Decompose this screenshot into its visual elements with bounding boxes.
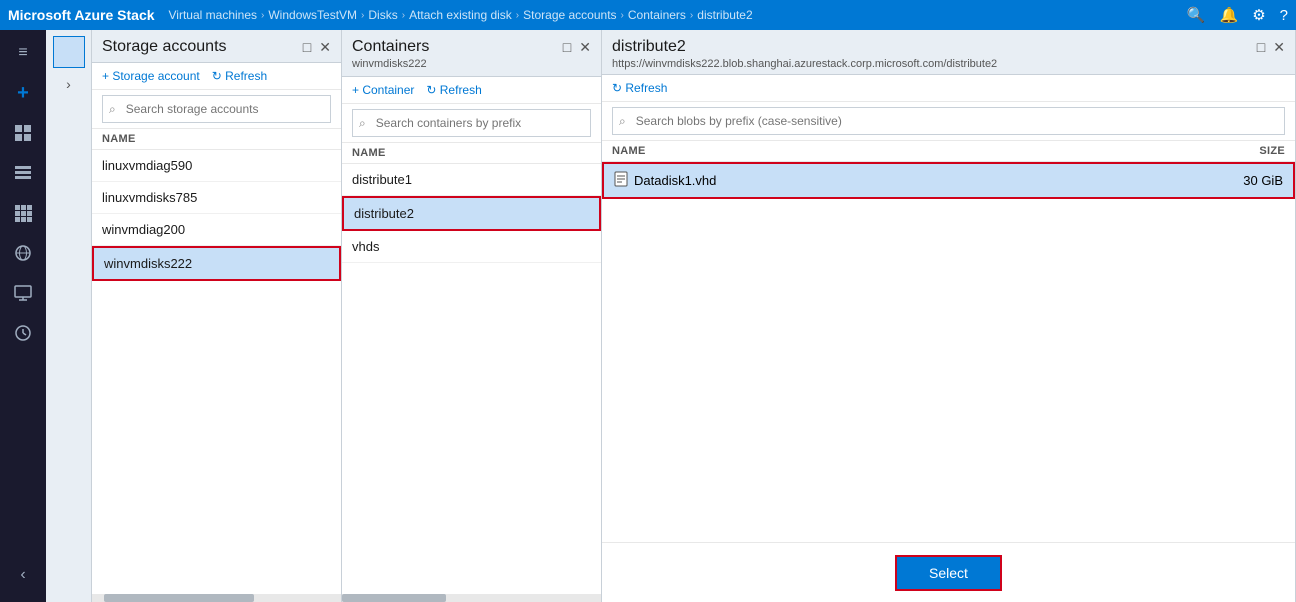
select-button[interactable]: Select: [895, 555, 1002, 591]
collapsed-panel-btn[interactable]: [53, 36, 85, 68]
containers-search-input[interactable]: [370, 113, 584, 133]
containers-subtitle: winvmdisks222: [352, 58, 591, 70]
blob-row-datadisk1[interactable]: Datadisk1.vhd 30 GiB: [602, 162, 1295, 199]
add-storage-account-button[interactable]: + Storage account: [102, 69, 200, 83]
breadcrumb-distribute2[interactable]: distribute2: [697, 8, 752, 22]
containers-scrollbar[interactable]: [342, 594, 601, 602]
storage-accounts-title: Storage accounts: [102, 38, 227, 56]
containers-title: Containers: [352, 38, 429, 56]
list-item-vhds[interactable]: vhds: [342, 231, 601, 263]
minimize-icon[interactable]: □: [1257, 39, 1265, 56]
storage-accounts-search-area: ⌕: [92, 90, 341, 129]
breadcrumb-storage[interactable]: Storage accounts: [523, 8, 616, 22]
close-icon[interactable]: ✕: [579, 39, 591, 56]
containers-toolbar: + Container ↻ Refresh: [342, 77, 601, 104]
sidebar-item-add[interactable]: +: [4, 74, 42, 112]
blob-size-header: SIZE: [1205, 145, 1285, 157]
containers-blade: Containers □ ✕ winvmdisks222 + Container…: [342, 30, 602, 602]
storage-accounts-list-header: NAME: [92, 129, 341, 150]
sidebar: ≡ + ‹: [0, 30, 46, 602]
breadcrumb-containers[interactable]: Containers: [628, 8, 686, 22]
blob-table-header: NAME SIZE: [602, 141, 1295, 162]
blob-name-header: NAME: [612, 145, 1205, 157]
list-item[interactable]: linuxvmdiag590: [92, 150, 341, 182]
list-item-distribute1[interactable]: distribute1: [342, 164, 601, 196]
distribute2-toolbar: ↻ Refresh: [602, 75, 1295, 102]
close-icon[interactable]: ✕: [1273, 39, 1285, 56]
distribute2-header: distribute2 □ ✕ https://winvmdisks222.bl…: [602, 30, 1295, 75]
breadcrumb-disks[interactable]: Disks: [368, 8, 397, 22]
search-icon: ⌕: [359, 116, 366, 131]
containers-header: Containers □ ✕ winvmdisks222: [342, 30, 601, 77]
distribute2-title: distribute2: [612, 38, 686, 56]
sidebar-item-resources[interactable]: [4, 154, 42, 192]
file-icon: [614, 171, 628, 190]
refresh-storage-button[interactable]: ↻ Refresh: [212, 69, 267, 83]
top-nav-actions: 🔍 🔔 ⚙ ?: [1187, 6, 1288, 24]
distribute2-search-area: ⌕: [602, 102, 1295, 141]
storage-accounts-header-icons: □ ✕: [303, 39, 331, 56]
blobs-empty-area: [602, 352, 1295, 542]
collapsed-panel: ›: [46, 30, 92, 602]
refresh-containers-button[interactable]: ↻ Refresh: [426, 83, 481, 97]
search-icon[interactable]: 🔍: [1187, 6, 1206, 24]
storage-accounts-scrollbar[interactable]: [92, 594, 341, 602]
list-item-distribute2[interactable]: distribute2: [342, 196, 601, 231]
blobs-search-input[interactable]: [630, 111, 1278, 131]
breadcrumb-vm[interactable]: Virtual machines: [169, 8, 258, 22]
expand-icon[interactable]: ›: [66, 76, 71, 92]
sidebar-item-menu[interactable]: ≡: [4, 34, 42, 72]
minimize-icon[interactable]: □: [303, 39, 311, 56]
panels-area: › Storage accounts □ ✕ + Storage account…: [46, 30, 1296, 602]
top-navigation: Microsoft Azure Stack Virtual machines ›…: [0, 0, 1296, 30]
blobs-list: Datadisk1.vhd 30 GiB: [602, 162, 1295, 352]
settings-icon[interactable]: ⚙: [1252, 6, 1265, 24]
refresh-distribute2-button[interactable]: ↻ Refresh: [612, 81, 667, 95]
sidebar-item-monitor[interactable]: [4, 274, 42, 312]
storage-accounts-blade: Storage accounts □ ✕ + Storage account ↻…: [92, 30, 342, 602]
close-icon[interactable]: ✕: [319, 39, 331, 56]
blob-size: 30 GiB: [1203, 173, 1283, 188]
breadcrumb-attach[interactable]: Attach existing disk: [409, 8, 512, 22]
add-container-button[interactable]: + Container: [352, 83, 414, 97]
breadcrumb-vmname[interactable]: WindowsTestVM: [268, 8, 357, 22]
main-wrapper: ≡ + ‹ › S: [0, 30, 1296, 602]
containers-list-header: NAME: [342, 143, 601, 164]
bell-icon[interactable]: 🔔: [1220, 6, 1239, 24]
help-icon[interactable]: ?: [1280, 7, 1288, 24]
sidebar-item-collapse[interactable]: ‹: [4, 556, 42, 594]
containers-search-area: ⌕: [342, 104, 601, 143]
list-item[interactable]: winvmdiag200: [92, 214, 341, 246]
list-item[interactable]: linuxvmdisks785: [92, 182, 341, 214]
sidebar-item-globe[interactable]: [4, 234, 42, 272]
breadcrumb: Virtual machines › WindowsTestVM › Disks…: [169, 8, 753, 22]
sidebar-item-dashboard[interactable]: [4, 114, 42, 152]
storage-accounts-list: linuxvmdiag590 linuxvmdisks785 winvmdiag…: [92, 150, 341, 594]
storage-accounts-search-input[interactable]: [120, 99, 324, 119]
storage-accounts-header: Storage accounts □ ✕: [92, 30, 341, 63]
containers-list: distribute1 distribute2 vhds: [342, 164, 601, 594]
sidebar-item-appgrid[interactable]: [4, 194, 42, 232]
search-icon: ⌕: [109, 102, 116, 117]
minimize-icon[interactable]: □: [563, 39, 571, 56]
search-icon: ⌕: [619, 114, 626, 129]
distribute2-subtitle: https://winvmdisks222.blob.shanghai.azur…: [612, 58, 1285, 70]
app-brand: Microsoft Azure Stack: [8, 7, 155, 23]
distribute2-footer: Select: [602, 542, 1295, 602]
distribute2-header-icons: □ ✕: [1257, 39, 1285, 56]
distribute2-blade: distribute2 □ ✕ https://winvmdisks222.bl…: [602, 30, 1296, 602]
storage-accounts-toolbar: + Storage account ↻ Refresh: [92, 63, 341, 90]
blob-name: Datadisk1.vhd: [634, 173, 1203, 188]
list-item-winvmdisks222[interactable]: winvmdisks222: [92, 246, 341, 281]
containers-header-icons: □ ✕: [563, 39, 591, 56]
sidebar-item-clock[interactable]: [4, 314, 42, 352]
